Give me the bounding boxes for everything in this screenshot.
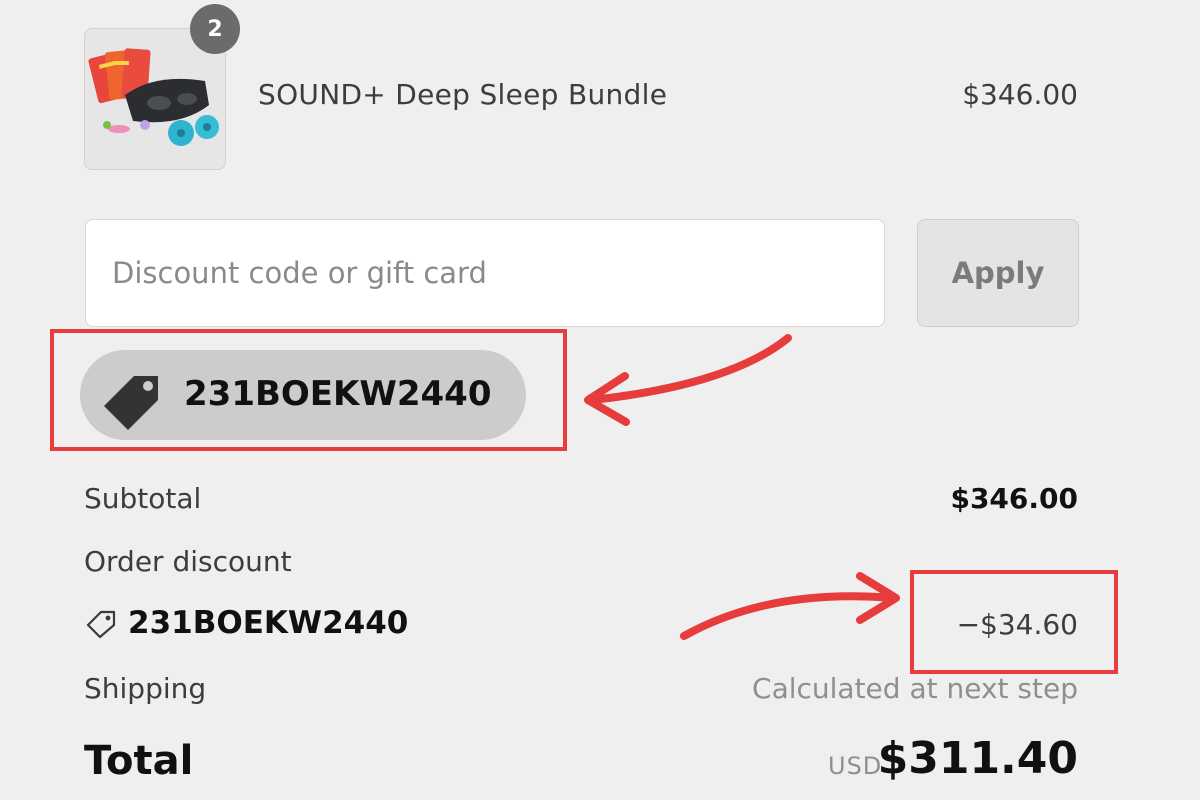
shipping-value: Calculated at next step [752,672,1078,705]
total-label: Total [84,738,194,784]
shipping-label: Shipping [84,672,207,705]
apply-button[interactable]: Apply [917,219,1079,327]
quantity-badge: 2 [190,4,240,54]
discount-code-input[interactable] [85,219,885,327]
total-value: $311.40 [877,733,1078,784]
subtotal-value: $346.00 [950,482,1078,515]
discount-amount: −$34.60 [956,608,1078,641]
tag-icon [104,376,158,430]
order-discount-label: Order discount [84,545,292,578]
arrow-to-code-chip [584,334,792,426]
arrow-to-discount-amount [680,572,900,640]
discount-code-label: 231BOEKW2440 [128,605,409,641]
subtotal-label: Subtotal [84,482,202,515]
product-price: $346.00 [962,78,1078,111]
tag-outline-icon [86,610,116,639]
applied-discount-chip[interactable]: 231BOEKW2440 [80,350,526,440]
currency-label: USD [828,752,883,780]
applied-code-label: 231BOEKW2440 [184,374,492,414]
product-name: SOUND+ Deep Sleep Bundle [258,78,668,111]
